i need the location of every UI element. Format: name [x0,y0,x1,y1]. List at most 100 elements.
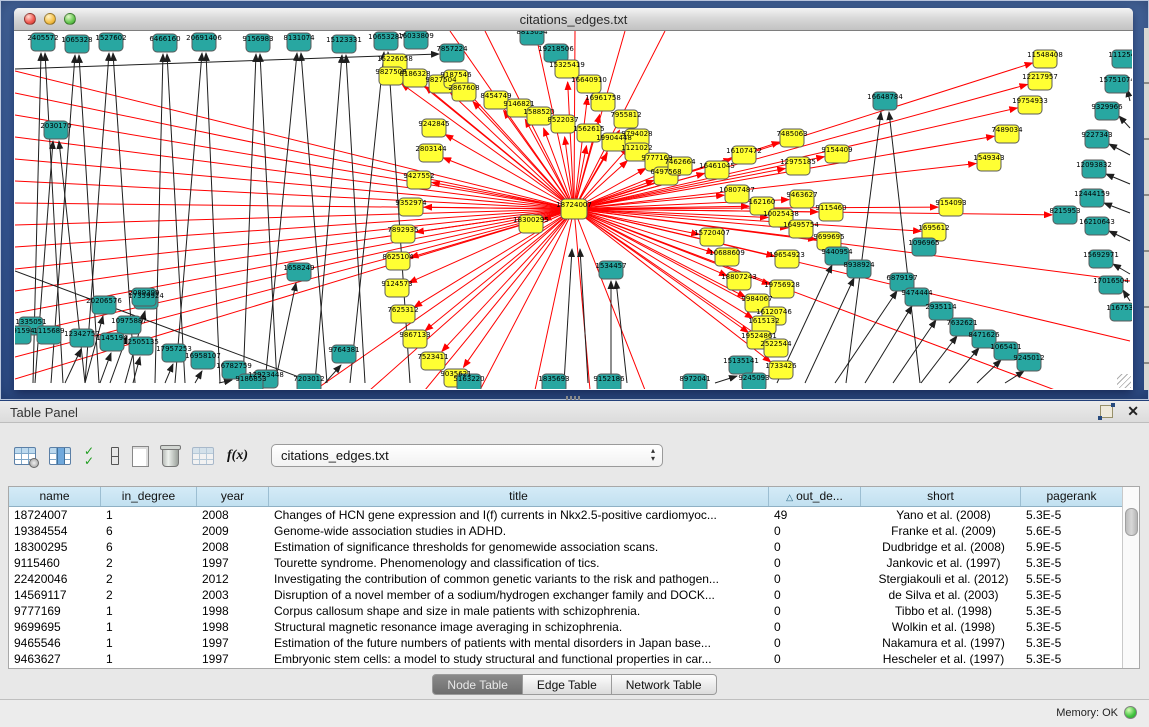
citation-edge[interactable] [206,53,220,383]
citation-edge[interactable] [425,209,574,389]
table-cell[interactable]: 1 [101,507,197,523]
tab-edge-table[interactable]: Edge Table [523,674,612,695]
table-row[interactable]: 946362711997Embryonic stem cells: a mode… [9,651,1139,667]
citation-edge[interactable] [15,159,574,209]
table-row[interactable]: 1872400712008Changes of HCN gene express… [9,507,1139,523]
table-cell[interactable]: 1998 [197,619,269,635]
delete-table-icon[interactable] [162,448,179,467]
table-cell[interactable]: Jankovic et al. (1997) [861,555,1021,571]
table-cell[interactable]: 2008 [197,507,269,523]
table-cell[interactable]: 9465546 [9,635,101,651]
table-cell[interactable]: 5.3E-5 [1021,555,1123,571]
citation-edge[interactable] [480,209,574,389]
float-panel-icon[interactable] [1100,405,1113,418]
table-cell[interactable]: 2009 [197,523,269,539]
table-cell[interactable]: 1 [101,651,197,667]
citation-edge[interactable] [616,281,627,383]
table-cell[interactable]: 6 [101,539,197,555]
table-cell[interactable]: 0 [769,635,861,651]
citation-edge[interactable] [865,306,912,383]
import-table-icon[interactable] [192,447,214,465]
table-row[interactable]: 2242004622012Investigating the contribut… [9,571,1139,587]
table-cell[interactable]: 0 [769,603,861,619]
citation-edge[interactable] [100,353,111,383]
table-row[interactable]: 911546021997Tourette syndrome. Phenomeno… [9,555,1139,571]
select-all-rows-icon[interactable]: ✓ ✓ [84,446,98,466]
citation-edge[interactable] [949,348,979,383]
new-table-icon[interactable] [132,446,149,467]
table-cell[interactable]: 49 [769,507,861,523]
citation-edge[interactable] [1113,264,1130,274]
citation-edge[interactable] [219,380,232,383]
table-cell[interactable]: 19384554 [9,523,101,539]
table-cell[interactable]: Embryonic stem cells: a model to study s… [269,651,769,667]
table-cell[interactable]: 0 [769,571,861,587]
citation-edge[interactable] [921,336,957,383]
table-cell[interactable]: 5.3E-5 [1021,603,1123,619]
table-cell[interactable]: 9115460 [9,555,101,571]
table-row[interactable]: 1456911722003Disruption of a novel membe… [9,587,1139,603]
citation-edge[interactable] [410,209,574,257]
table-cell[interactable]: 2003 [197,587,269,603]
table-cell[interactable]: 5.3E-5 [1021,507,1123,523]
citation-edge[interactable] [301,53,327,383]
table-cell[interactable]: 0 [769,539,861,555]
table-cell[interactable]: 1997 [197,651,269,667]
table-cell[interactable]: Estimation of the future numbers of pati… [269,635,769,651]
table-vertical-scrollbar[interactable] [1122,487,1139,668]
table-cell[interactable]: 6 [101,523,197,539]
table-cell[interactable]: 14569117 [9,587,101,603]
citation-edge[interactable] [15,209,574,225]
table-cell[interactable]: 9463627 [9,651,101,667]
citation-edge[interactable] [260,54,277,383]
table-cell[interactable]: 2 [101,571,197,587]
citation-edge[interactable] [580,249,588,383]
citation-edge[interactable] [65,349,81,383]
row-height-icon[interactable] [111,447,119,465]
table-cell[interactable]: Tourette syndrome. Phenomenology and cla… [269,555,769,571]
table-cell[interactable]: 1997 [197,555,269,571]
citation-edge[interactable] [315,55,342,383]
column-header-title[interactable]: title [269,487,769,506]
table-cell[interactable]: 0 [769,555,861,571]
table-cell[interactable]: 5.6E-5 [1021,523,1123,539]
table-cell[interactable]: Estimation of significance thresholds fo… [269,539,769,555]
table-cell[interactable]: 22420046 [9,571,101,587]
table-cell[interactable]: Stergiakouli et al. (2012) [861,571,1021,587]
citation-edge[interactable] [977,360,1001,383]
table-cell[interactable]: Investigating the contribution of common… [269,571,769,587]
citation-edge[interactable] [1119,116,1130,128]
table-row[interactable]: 946554611997Estimation of the future num… [9,635,1139,651]
window-resize-grip[interactable] [1117,374,1131,388]
table-cell[interactable]: Yano et al. (2008) [861,507,1021,523]
show-columns-icon[interactable] [49,447,71,465]
column-header-pagerank[interactable]: pagerank [1021,487,1123,506]
network-canvas[interactable]: 2405572106532815276026466160206914069156… [15,31,1132,389]
citation-edge[interactable] [15,209,574,379]
citation-edge[interactable] [155,54,163,383]
table-cell[interactable]: Corpus callosum shape and size in male p… [269,603,769,619]
tab-node-table[interactable]: Node Table [432,674,523,695]
table-cell[interactable]: 2 [101,555,197,571]
node-table[interactable]: namein_degreeyeartitle△out_de...shortpag… [8,486,1140,669]
table-cell[interactable]: 0 [769,619,861,635]
column-header-in_degree[interactable]: in_degree [101,487,197,506]
close-panel-icon[interactable]: ✕ [1127,404,1139,418]
citation-edge[interactable] [715,376,737,383]
table-cell[interactable]: Nakamura et al. (1997) [861,635,1021,651]
table-cell[interactable]: 5.5E-5 [1021,571,1123,587]
column-header-year[interactable]: year [197,487,269,506]
table-cell[interactable]: 9777169 [9,603,101,619]
citation-edge[interactable] [564,249,572,383]
table-cell[interactable]: 2012 [197,571,269,587]
citation-edge[interactable] [165,364,173,383]
table-row[interactable]: 969969511998Structural magnetic resonanc… [9,619,1139,635]
table-cell[interactable]: de Silva et al. (2003) [861,587,1021,603]
citation-edge[interactable] [893,320,936,383]
table-cell[interactable]: Tibbo et al. (1998) [861,603,1021,619]
table-cell[interactable]: 5.3E-5 [1021,651,1123,667]
table-cell[interactable]: 5.3E-5 [1021,635,1123,651]
citation-edge[interactable] [175,53,202,383]
table-options-icon[interactable] [14,447,36,465]
table-cell[interactable]: 2 [101,587,197,603]
